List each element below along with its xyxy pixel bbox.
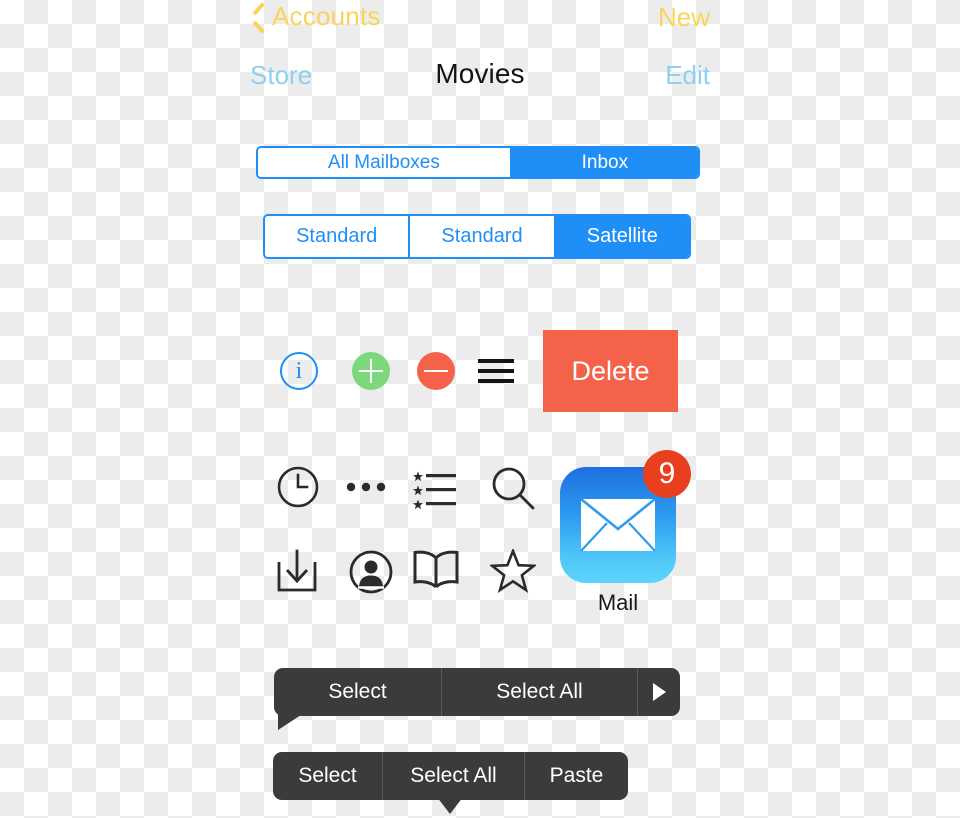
back-button-label: Accounts [272,1,381,31]
play-arrow-icon [652,683,666,701]
hamburger-bar [478,379,514,383]
segment-standard-1[interactable]: Standard [265,216,411,257]
new-button[interactable]: New [658,2,710,33]
menu-item-select[interactable]: Select [273,752,383,800]
search-icon[interactable] [490,465,536,511]
context-menu-paste[interactable]: Select Select All Paste [273,752,628,800]
hamburger-bar [478,369,514,373]
menu-item-select-all[interactable]: Select All [442,668,638,716]
plus-glyph [359,359,383,383]
segment-inbox[interactable]: Inbox [511,148,698,177]
menu-item-select[interactable]: Select [274,668,442,716]
info-glyph: i [295,358,303,384]
segmented-control-map-type[interactable]: Standard Standard Satellite [263,214,691,259]
edit-button[interactable]: Edit [665,60,710,91]
segment-standard-2[interactable]: Standard [410,216,556,257]
navigation-bar-top: Accounts New [0,0,960,40]
envelope-icon [580,498,656,552]
menu-item-paste[interactable]: Paste [525,752,628,800]
hamburger-bar [478,359,514,363]
mail-badge-count: 9 [643,450,691,498]
menu-item-more-arrow[interactable] [638,668,680,716]
starred-list-icon[interactable] [412,465,460,513]
clock-icon[interactable] [276,465,320,509]
segment-all-mailboxes[interactable]: All Mailboxes [258,148,512,177]
download-icon[interactable] [276,549,318,593]
contact-icon[interactable] [348,549,394,595]
book-icon[interactable] [412,549,460,591]
star-icon[interactable] [490,549,536,593]
navigation-bar-secondary: Store Movies Edit [0,58,960,98]
page-title: Movies [435,58,525,89]
ellipsis-icon[interactable] [344,465,388,509]
minus-glyph [424,359,448,383]
plus-circle-icon[interactable] [352,352,390,390]
segment-satellite[interactable]: Satellite [555,216,689,257]
minus-circle-icon[interactable] [417,352,455,390]
info-circle-icon[interactable]: i [280,352,318,390]
back-button-accounts[interactable]: Accounts [252,1,381,32]
context-menu-primary[interactable]: Select Select All [274,668,680,716]
screen-canvas: Accounts New Store Movies Edit All Mailb… [0,0,960,818]
menu-item-select-all[interactable]: Select All [383,752,525,800]
hamburger-icon[interactable] [478,359,514,383]
delete-button[interactable]: Delete [543,330,678,412]
segmented-control-mailbox-scope[interactable]: All Mailboxes Inbox [256,146,700,179]
mail-app-label: Mail [597,590,639,615]
chevron-left-icon [252,6,266,28]
